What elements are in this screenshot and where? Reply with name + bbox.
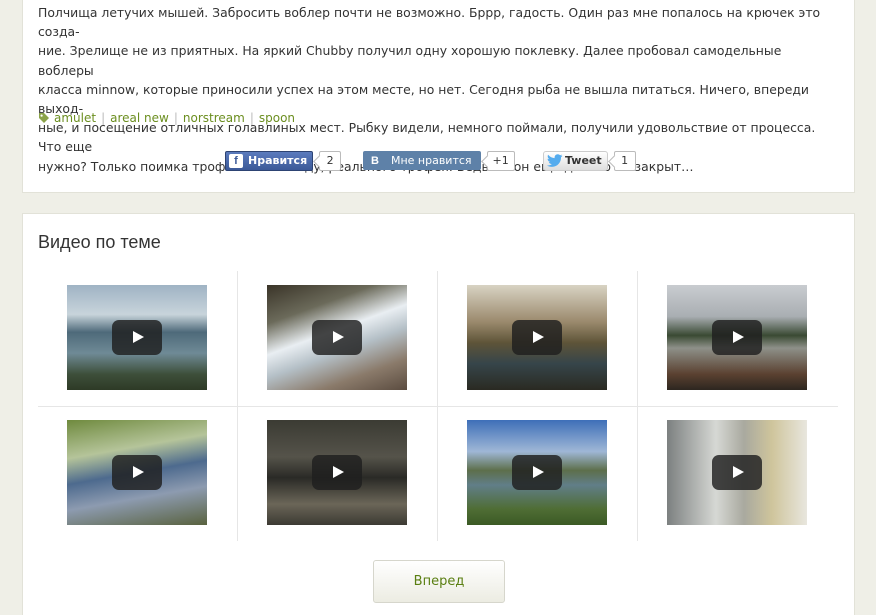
tweet-button[interactable]: Tweet bbox=[543, 150, 608, 171]
video-thumbnail[interactable] bbox=[467, 285, 607, 390]
tag-separator: | bbox=[249, 111, 254, 125]
tag-link-norstream[interactable]: norstream bbox=[183, 111, 245, 125]
related-videos-card: Видео по теме Вперед bbox=[22, 213, 855, 615]
tag-icon bbox=[39, 113, 49, 123]
post-card: Полчища летучих мышей. Забросить воблер … bbox=[22, 0, 855, 193]
video-thumbnail[interactable] bbox=[267, 285, 407, 390]
vk-icon: В bbox=[371, 154, 379, 167]
twitter-bird-icon bbox=[547, 153, 563, 167]
next-page-button[interactable]: Вперед bbox=[373, 560, 505, 603]
play-icon[interactable] bbox=[512, 320, 562, 355]
twitter-widget: Tweet 1 bbox=[543, 150, 636, 171]
tag-separator: | bbox=[101, 111, 106, 125]
related-videos-title: Видео по теме bbox=[38, 232, 161, 252]
vk-like-button[interactable]: В Мне нравится bbox=[363, 151, 481, 170]
play-icon[interactable] bbox=[512, 455, 562, 490]
facebook-like-count: 2 bbox=[319, 150, 342, 171]
tweet-label: Tweet bbox=[565, 154, 602, 167]
play-icon[interactable] bbox=[112, 320, 162, 355]
tag-link-spoon[interactable]: spoon bbox=[259, 111, 295, 125]
grid-divider bbox=[38, 406, 838, 407]
tweet-count: 1 bbox=[613, 150, 636, 171]
play-icon[interactable] bbox=[112, 455, 162, 490]
video-thumbnail[interactable] bbox=[67, 420, 207, 525]
video-thumbnail[interactable] bbox=[67, 285, 207, 390]
facebook-icon: f bbox=[229, 153, 243, 168]
post-text-line: ние. Зрелище не из приятных. На яркий Ch… bbox=[38, 43, 782, 78]
facebook-like-widget: f Нравится 2 bbox=[225, 150, 342, 171]
tag-link-amulet[interactable]: amulet bbox=[54, 111, 96, 125]
play-icon[interactable] bbox=[312, 320, 362, 355]
tag-separator: | bbox=[173, 111, 178, 125]
video-grid bbox=[38, 271, 838, 541]
play-icon[interactable] bbox=[312, 455, 362, 490]
play-icon[interactable] bbox=[712, 320, 762, 355]
video-thumbnail[interactable] bbox=[667, 420, 807, 525]
video-thumbnail[interactable] bbox=[667, 285, 807, 390]
vk-like-widget: В Мне нравится +1 bbox=[363, 150, 515, 171]
facebook-like-label: Нравится bbox=[248, 154, 308, 167]
tweet-count-value: 1 bbox=[621, 154, 629, 167]
vk-like-count-value: +1 bbox=[492, 154, 509, 167]
video-thumbnail[interactable] bbox=[467, 420, 607, 525]
facebook-like-count-value: 2 bbox=[326, 154, 334, 167]
video-thumbnail[interactable] bbox=[267, 420, 407, 525]
tag-link-areal-new[interactable]: areal new bbox=[110, 111, 169, 125]
play-icon[interactable] bbox=[712, 455, 762, 490]
vk-like-count: +1 bbox=[486, 150, 515, 171]
vk-like-label: Мне нравится bbox=[390, 154, 472, 167]
facebook-like-button[interactable]: f Нравится bbox=[225, 150, 314, 171]
post-text-line: Полчища летучих мышей. Забросить воблер … bbox=[38, 5, 821, 40]
tag-list: amulet | areal new | norstream | spoon bbox=[38, 111, 295, 125]
